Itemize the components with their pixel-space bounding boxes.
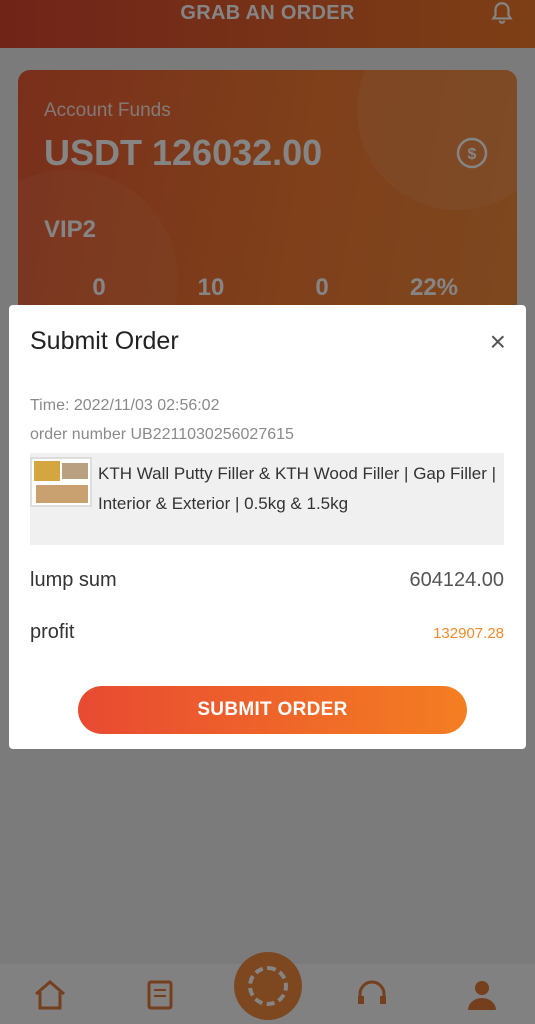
modal-title: Submit Order (30, 327, 179, 355)
product-thumbnail (30, 457, 92, 507)
product-card: KTH Wall Putty Filler & KTH Wood Filler … (30, 453, 504, 545)
submit-order-button[interactable]: SUBMIT ORDER (78, 686, 467, 734)
profit-value: 132907.28 (433, 625, 504, 642)
product-name: KTH Wall Putty Filler & KTH Wood Filler … (98, 464, 497, 513)
close-icon[interactable]: × (490, 328, 506, 356)
submit-order-modal: Submit Order × Time: 2022/11/03 02:56:02… (9, 305, 526, 749)
profit-label: profit (30, 621, 75, 643)
order-number: order number UB2211030256027615 (30, 426, 294, 444)
lump-sum-value: 604124.00 (409, 569, 504, 591)
order-number-label: order number (30, 426, 127, 443)
order-number-value: UB2211030256027615 (130, 426, 294, 443)
order-time: Time: 2022/11/03 02:56:02 (30, 397, 219, 415)
time-value: 2022/11/03 02:56:02 (73, 397, 220, 414)
time-label: Time: (30, 397, 70, 414)
lump-sum-label: lump sum (30, 569, 117, 591)
